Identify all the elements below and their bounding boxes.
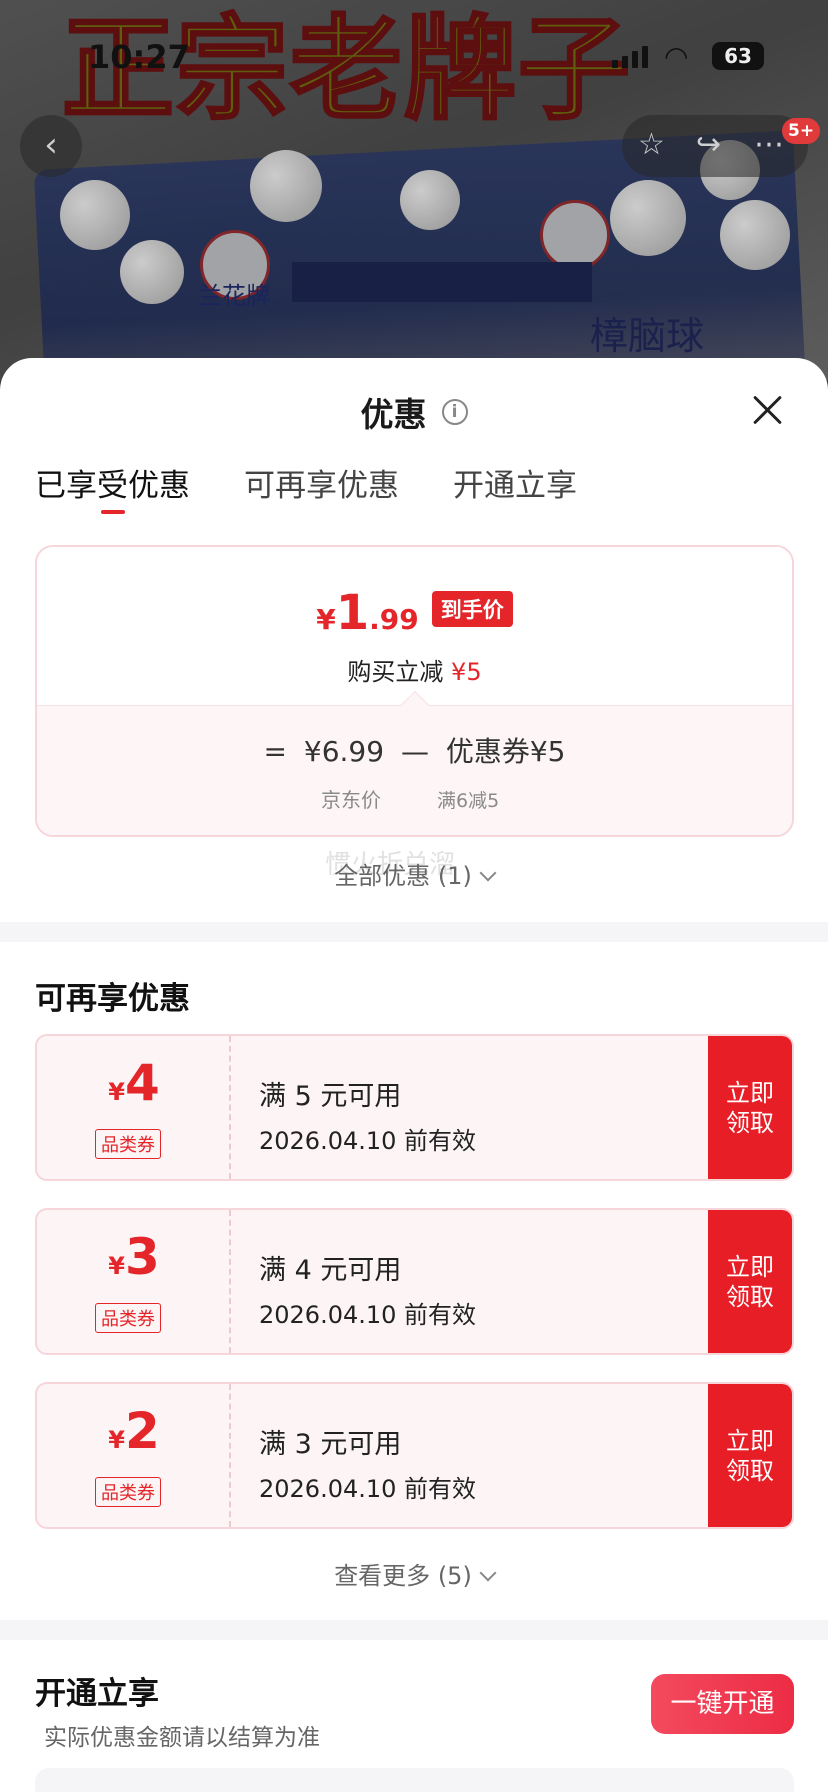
jd-price-label: 京东价 [321,788,381,812]
subscribe-title: 开通立享 [35,1676,159,1712]
coupon-rule: 满6减5 [437,790,500,812]
instant-discount-amount: ¥5 [451,658,482,686]
currency-symbol: ¥ [316,603,336,636]
final-price-tag: 到手价 [431,591,513,627]
more-offers-title: 可再享优惠 [35,981,190,1017]
tab-enjoyed[interactable]: 已享受优惠 [35,460,190,505]
coupon-amount: ¥2 [108,1402,160,1460]
section-divider [0,922,828,942]
jd-price: ¥6.99 [303,735,385,768]
chevron-down-icon [479,864,497,882]
one-click-subscribe-button[interactable]: 一键开通 [651,1674,794,1734]
back-button[interactable]: ‹ [20,115,82,177]
coupon-card: ¥2 品类券 满 3 元可用 2026.04.10 前有效 立即 领取 [35,1382,794,1529]
tab-subscribe[interactable]: 开通立享 [453,460,577,505]
status-time: 10:27 [88,38,190,76]
close-icon[interactable] [748,390,788,430]
minus-sign: — [400,735,429,768]
coupon-card: ¥3 品类券 满 4 元可用 2026.04.10 前有效 立即 领取 [35,1208,794,1355]
price-summary-card: ¥1.99 到手价 购买立减 ¥5 = ¥6.99 — 优惠券¥5 京东价 满6… [35,545,794,837]
all-offers-label: 全部优惠 (1) [334,862,472,890]
coupon-condition: 满 3 元可用 [259,1429,402,1460]
coupon-condition: 满 4 元可用 [259,1255,402,1286]
share-icon[interactable]: ↪ [696,127,721,162]
instant-discount-label: 购买立减 [347,658,444,686]
all-offers-toggle[interactable]: 全部优惠 (1) [0,856,828,891]
coupon-condition: 满 5 元可用 [259,1081,402,1112]
subscribe-card [35,1768,794,1792]
claim-coupon-button[interactable]: 立即 领取 [708,1384,792,1527]
battery-icon: 63 [712,42,764,70]
claim-coupon-button[interactable]: 立即 领取 [708,1036,792,1179]
more-icon[interactable]: ⋯ [754,127,784,162]
see-more-toggle[interactable]: 查看更多 (5) [0,1556,828,1591]
instant-discount: 购买立减 ¥5 [37,652,792,687]
sheet-header: 优惠 i [0,388,828,448]
coupon-type: 品类券 [95,1129,161,1159]
subscribe-subtitle: 实际优惠金额请以结算为准 [44,1725,320,1751]
sheet-title: 优惠 [360,395,427,434]
coupon-amount: ¥4 [108,1054,160,1112]
equals-sign: = [263,735,287,768]
coupon-expiry: 2026.04.10 前有效 [259,1301,477,1329]
info-icon[interactable]: i [441,399,468,425]
coupon-expiry: 2026.04.10 前有效 [259,1475,477,1503]
coupon-type: 品类券 [95,1303,161,1333]
coupon-amount: ¥3 [108,1228,160,1286]
chevron-left-icon: ‹ [44,125,58,165]
tab-more-offers[interactable]: 可再享优惠 [244,460,399,505]
offers-sheet: 优惠 i 已享受优惠 可再享优惠 开通立享 ¥1.99 到手价 购买立减 ¥5 … [0,358,828,1792]
claim-coupon-button[interactable]: 立即 领取 [708,1210,792,1353]
wifi-icon: ◠ [664,40,689,73]
price-formula: = ¥6.99 — 优惠券¥5 京东价 满6减5 [37,705,792,835]
see-more-label: 查看更多 (5) [334,1562,472,1590]
final-price: ¥1.99 到手价 [37,585,792,641]
star-icon[interactable]: ☆ [638,127,665,162]
section-divider [0,1620,828,1640]
chevron-down-icon [479,1564,497,1582]
coupon-expiry: 2026.04.10 前有效 [259,1127,477,1155]
tab-active-indicator [101,510,125,514]
nav-actions: ☆ ↪ ⋯ [622,115,808,177]
coupon-card: ¥4 品类券 满 5 元可用 2026.04.10 前有效 立即 领取 [35,1034,794,1181]
coupon-value: 优惠券¥5 [445,735,566,768]
coupon-type: 品类券 [95,1477,161,1507]
signal-icon [612,46,652,68]
price-integer: 1 [335,585,370,641]
cart-badge: 5+ [782,118,821,144]
price-decimal: .99 [369,603,419,636]
status-bar: 10:27 ◠ 63 [0,0,828,104]
